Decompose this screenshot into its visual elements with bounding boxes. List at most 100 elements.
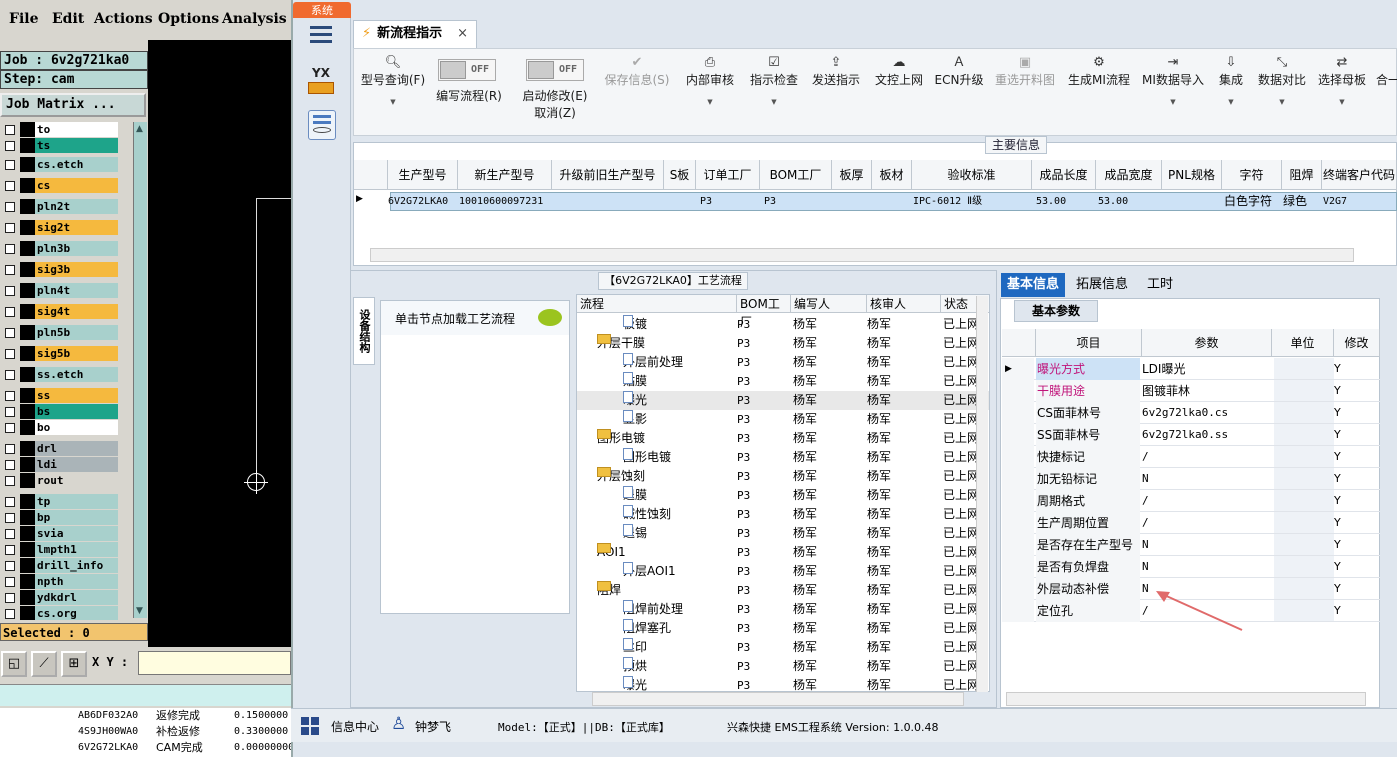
param-value[interactable]: / bbox=[1142, 512, 1149, 534]
grid-header[interactable]: PNL规格 bbox=[1162, 160, 1222, 190]
grid-header[interactable]: 板材 bbox=[872, 160, 912, 190]
job-table-row[interactable]: AB6DF032A0 返修完成 0.1500000 bbox=[0, 708, 291, 724]
layer-row[interactable]: cs.org bbox=[0, 606, 148, 620]
tab-extended-info[interactable]: 拓展信息 bbox=[1070, 273, 1134, 297]
query-button[interactable]: 🔍︎ 型号查询(F) ▼ bbox=[358, 55, 428, 106]
layer-row[interactable]: tp bbox=[0, 494, 148, 510]
ecn-button[interactable]: Ａ ECN升级 bbox=[934, 55, 984, 88]
grid-header[interactable]: S板 bbox=[664, 160, 696, 190]
grid-header[interactable]: 验收标准 bbox=[912, 160, 1032, 190]
param-value[interactable]: N bbox=[1142, 578, 1149, 600]
layer-checkbox[interactable] bbox=[5, 202, 15, 212]
layer-checkbox[interactable] bbox=[5, 223, 15, 233]
layer-name[interactable]: ts bbox=[35, 138, 118, 153]
layer-checkbox[interactable] bbox=[5, 286, 15, 296]
layer-row[interactable]: drl bbox=[0, 441, 148, 457]
grid-header[interactable]: 终端客户代码 bbox=[1322, 160, 1397, 190]
param-value[interactable]: N bbox=[1142, 534, 1149, 556]
layer-row[interactable]: ss.etch bbox=[0, 367, 148, 383]
process-tree-row[interactable]: 丝印 P3 杨军 杨军 已上网 bbox=[577, 638, 989, 657]
layer-name[interactable]: cs.org bbox=[35, 606, 118, 620]
yx-logo-icon[interactable]: YX bbox=[306, 66, 336, 98]
grid-header[interactable]: 升级前旧生产型号 bbox=[552, 160, 664, 190]
process-tree-row[interactable]: 预烘 P3 杨军 杨军 已上网 bbox=[577, 657, 989, 676]
layer-name[interactable]: svia bbox=[35, 526, 118, 541]
grid-header[interactable]: 字符 bbox=[1222, 160, 1282, 190]
layer-row[interactable]: pln2t bbox=[0, 199, 148, 215]
grid-apps-icon[interactable] bbox=[301, 717, 319, 735]
layer-row[interactable]: lmpth1 bbox=[0, 542, 148, 558]
layer-name[interactable]: to bbox=[35, 122, 118, 137]
layer-name[interactable]: ss.etch bbox=[35, 367, 118, 382]
compare-button[interactable]: ⤡ 数据对比 ▼ bbox=[1256, 55, 1308, 106]
layer-name[interactable]: cs bbox=[35, 178, 118, 193]
layer-name[interactable]: sig4t bbox=[35, 304, 118, 319]
start-modify-toggle[interactable]: OFF bbox=[526, 59, 584, 81]
layer-row[interactable]: sig5b bbox=[0, 346, 148, 362]
layer-name[interactable]: ydkdrl bbox=[35, 590, 118, 605]
grid-header[interactable]: 生产型号 bbox=[388, 160, 458, 190]
layer-name[interactable]: cs.etch bbox=[35, 157, 118, 172]
layer-checkbox[interactable] bbox=[5, 577, 15, 587]
job-matrix-button[interactable]: Job Matrix ... bbox=[0, 93, 146, 117]
zoom-area-icon[interactable]: ◱ bbox=[1, 651, 27, 677]
hamburger-menu-icon[interactable] bbox=[310, 26, 332, 44]
layer-name[interactable]: rout bbox=[35, 473, 118, 488]
param-value[interactable]: N bbox=[1142, 468, 1149, 490]
info-center-link[interactable]: 信息中心 bbox=[331, 718, 379, 735]
layer-name[interactable]: pln3b bbox=[35, 241, 118, 256]
grid-header[interactable]: 订单工厂 bbox=[696, 160, 760, 190]
mi-import-button[interactable]: ⇥ MI数据导入 ▼ bbox=[1140, 55, 1206, 106]
layer-row[interactable]: bs bbox=[0, 404, 148, 420]
layer-name[interactable]: npth bbox=[35, 574, 118, 589]
layer-name[interactable]: pln4t bbox=[35, 283, 118, 298]
param-row[interactable]: 加无铅标记 N Y bbox=[1002, 468, 1380, 490]
param-row[interactable]: 周期格式 / Y bbox=[1002, 490, 1380, 512]
tab-hours[interactable]: 工时 bbox=[1141, 273, 1179, 297]
grid-icon[interactable]: ⊞ bbox=[61, 651, 87, 677]
process-tree-row[interactable]: 贴膜 P3 杨军 杨军 已上网 bbox=[577, 372, 989, 391]
layer-row[interactable]: pln5b bbox=[0, 325, 148, 341]
cancel-label[interactable]: 取消(Z) bbox=[518, 104, 592, 121]
layer-row[interactable]: ts bbox=[0, 138, 148, 154]
upload-button[interactable]: ☁ 文控上网 bbox=[872, 55, 926, 88]
layer-row[interactable]: ydkdrl bbox=[0, 590, 148, 606]
layer-name[interactable]: drill_info bbox=[35, 558, 118, 573]
layer-checkbox[interactable] bbox=[5, 476, 15, 486]
measure-icon[interactable]: ⟋ bbox=[31, 651, 57, 677]
process-tree-row[interactable]: 退锡 P3 杨军 杨军 已上网 bbox=[577, 524, 989, 543]
layer-checkbox[interactable] bbox=[5, 328, 15, 338]
layer-name[interactable]: sig3b bbox=[35, 262, 118, 277]
layer-name[interactable]: ldi bbox=[35, 457, 118, 472]
check-button[interactable]: ☑ 指示检查 ▼ bbox=[748, 55, 800, 106]
grid-header[interactable]: 成品宽度 bbox=[1096, 160, 1162, 190]
save-button[interactable]: ✔ 保存信息(S) bbox=[602, 55, 672, 88]
layer-name[interactable]: drl bbox=[35, 441, 118, 456]
main-info-hscrollbar[interactable] bbox=[370, 248, 1354, 262]
cam-graphic-canvas[interactable] bbox=[148, 40, 291, 647]
layer-name[interactable]: sig5b bbox=[35, 346, 118, 361]
job-table-row[interactable]: 6V2G72LKA0CAM完成0.00000000007764825831 杨军… bbox=[0, 740, 852, 756]
param-row[interactable]: 快捷标记 / Y bbox=[1002, 446, 1380, 468]
tree-vscrollbar[interactable] bbox=[976, 296, 988, 692]
doc-tab-new-flow[interactable]: ⚡ 新流程指示 × bbox=[353, 20, 477, 48]
param-row[interactable]: 生产周期位置 / Y bbox=[1002, 512, 1380, 534]
process-tree-row[interactable]: 曝光 P3 杨军 杨军 已上网 bbox=[577, 391, 989, 410]
layer-checkbox[interactable] bbox=[5, 125, 15, 135]
process-tree-row[interactable]: −外层蚀刻P3杨军杨军已上网 bbox=[577, 467, 989, 486]
param-row[interactable]: SS面菲林号 6v2g72lka0.ss Y bbox=[1002, 424, 1380, 446]
process-tree-row[interactable]: −外层干膜P3杨军杨军已上网 bbox=[577, 334, 989, 353]
subtab-basic-params[interactable]: 基本参数 bbox=[1014, 300, 1098, 322]
layer-row[interactable]: pln4t bbox=[0, 283, 148, 299]
layer-name[interactable]: sig2t bbox=[35, 220, 118, 235]
process-tree[interactable]: 流程 BOM工厂 编写人 核审人 状态 板镀P3杨军杨军已上网−外层干膜P3杨军… bbox=[576, 294, 990, 692]
layer-row[interactable]: to bbox=[0, 122, 148, 138]
layer-checkbox[interactable] bbox=[5, 529, 15, 539]
grid-header[interactable]: 板厚 bbox=[832, 160, 872, 190]
layer-row[interactable]: pln3b bbox=[0, 241, 148, 257]
layer-row[interactable]: ldi bbox=[0, 457, 148, 473]
menu-actions[interactable]: Actions bbox=[94, 11, 153, 27]
layer-checkbox[interactable] bbox=[5, 460, 15, 470]
close-tab-icon[interactable]: × bbox=[457, 21, 468, 47]
layer-checkbox[interactable] bbox=[5, 609, 15, 619]
